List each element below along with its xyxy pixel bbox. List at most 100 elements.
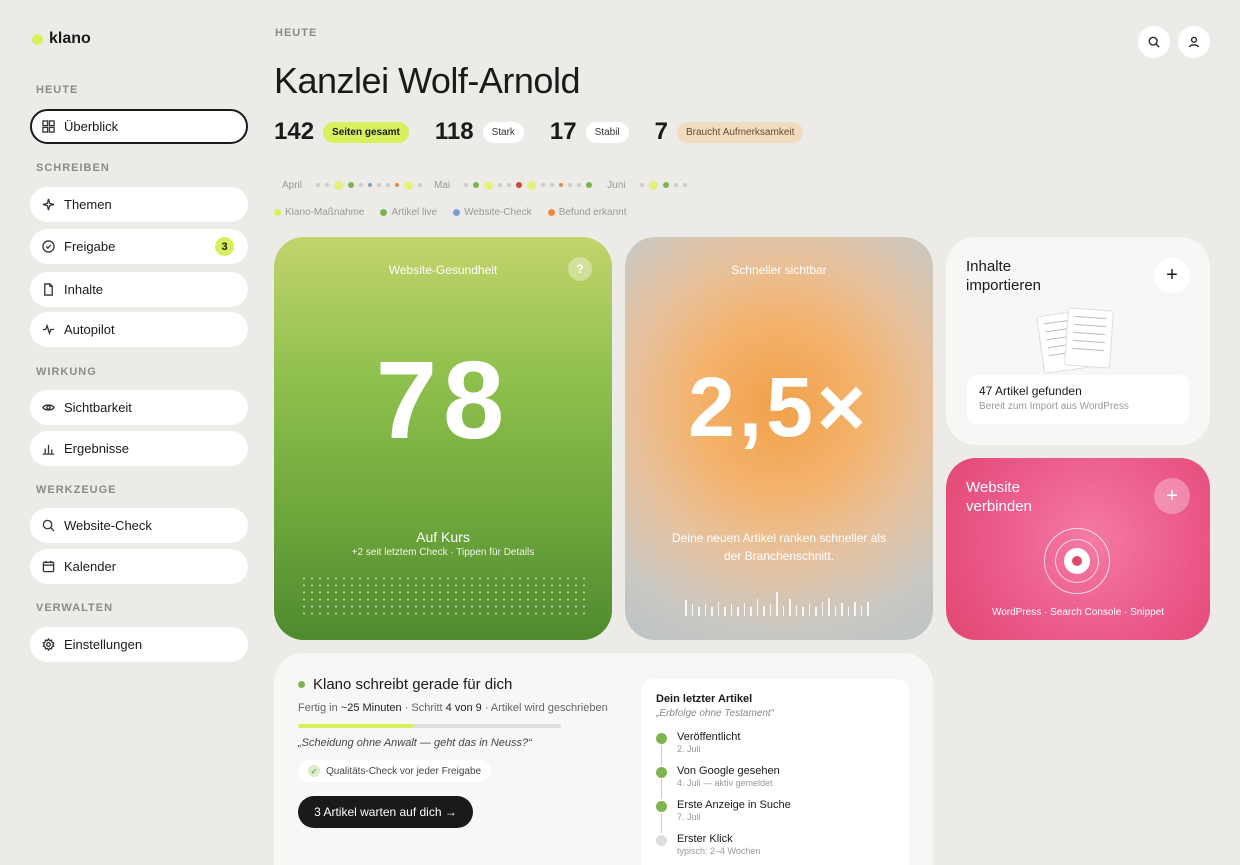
- website-health-card[interactable]: Website-Gesundheit ? 78 Auf Kurs +2 seit…: [274, 237, 612, 640]
- sidebar-item-themen[interactable]: Themen: [30, 187, 248, 222]
- eye-icon: [42, 404, 55, 411]
- tick-pattern: [685, 592, 869, 616]
- quality-check-chip: ✓ Qualitäts-Check vor jeder Freigabe: [298, 760, 492, 782]
- legend-dot-icon: [453, 209, 461, 216]
- import-title-line: importieren: [966, 277, 1042, 294]
- timeline-dot: [348, 182, 355, 188]
- timeline-dot: [577, 183, 582, 187]
- timeline-dot: [377, 183, 382, 187]
- writing-progress-bar: [298, 724, 561, 728]
- import-add-button[interactable]: +: [1154, 257, 1190, 293]
- meta-text: Fertig in: [298, 702, 341, 714]
- timeline-month-juni: Juni: [607, 179, 626, 191]
- writing-title-text: Klano schreibt gerade für dich: [313, 676, 513, 693]
- stat-total-value: 142: [274, 118, 315, 145]
- sidebar-item-website-check[interactable]: Website-Check: [30, 508, 248, 543]
- articles-waiting-button[interactable]: 3 Artikel warten auf dich →: [298, 796, 473, 828]
- step-date: 4. Juli — aktiv gemeldet: [677, 778, 773, 788]
- import-found-box: 47 Artikel gefunden Bereit zum Import au…: [967, 375, 1189, 424]
- sidebar-item-sichtbarkeit[interactable]: Sichtbarkeit: [30, 390, 248, 425]
- stat-stable-value: 17: [549, 118, 577, 145]
- writing-progress-card: Klano schreibt gerade für dich Fertig in…: [274, 653, 933, 865]
- status-dot-icon: [298, 681, 305, 688]
- legend-dot-icon: [380, 209, 388, 216]
- timeline-dot: [473, 182, 480, 188]
- articles-found-count: 47 Artikel gefunden: [979, 384, 1082, 398]
- import-content-card[interactable]: Inhalte importieren + 47 Artikel gefunde…: [946, 237, 1210, 445]
- timeline-dot: [418, 183, 423, 187]
- timeline-dot: [673, 183, 678, 187]
- timeline-dot: [368, 183, 373, 187]
- timeline-dot: [484, 180, 494, 190]
- gear-icon: [42, 638, 55, 651]
- timeline-dot: [662, 182, 669, 188]
- activity-timeline: April Mai Juni: [282, 177, 692, 193]
- speed-multiplier: 2,5×: [688, 360, 870, 454]
- writing-title: Klano schreibt gerade für dich: [298, 676, 512, 693]
- stat-stable-badge[interactable]: Stabil: [585, 121, 629, 143]
- profile-button[interactable]: [1178, 26, 1210, 58]
- writing-meta: Fertig in ~25 Minuten · Schritt 4 von 9 …: [298, 702, 608, 714]
- connect-title-line: verbinden: [966, 498, 1032, 515]
- legend-item: Klano-Maßnahme: [274, 207, 364, 218]
- step-item: Von Google gesehen 4. Juli — aktiv gemeld…: [656, 765, 791, 799]
- stat-total-badge[interactable]: Seiten gesamt: [323, 121, 409, 143]
- sidebar-item-kalender[interactable]: Kalender: [30, 549, 248, 584]
- sidebar-item-label: Kalender: [64, 559, 117, 574]
- speed-description: Deine neuen Artikel ranken schneller als…: [671, 531, 887, 563]
- sidebar-item-inhalte[interactable]: Inhalte: [30, 272, 248, 307]
- timeline-dot: [541, 183, 546, 187]
- timeline-dot: [395, 183, 400, 187]
- timeline-month-mai: Mai: [434, 179, 451, 191]
- article-working-title: „Scheidung ohne Anwalt — geht das in Neu…: [298, 737, 532, 749]
- connect-card-title: Website verbinden: [966, 478, 1032, 516]
- quality-check-label: Qualitäts-Check vor jeder Freigabe: [326, 765, 482, 777]
- progress-fill: [298, 724, 414, 728]
- timeline-dot: [639, 183, 644, 187]
- section-label-heute: HEUTE: [36, 84, 79, 96]
- last-article-heading: Dein letzter Artikel: [656, 693, 753, 705]
- timeline-dot: [682, 183, 687, 187]
- timeline-dot: [316, 183, 321, 187]
- sidebar-item-ueberblick[interactable]: Überblick: [30, 109, 248, 144]
- calendar-icon: [42, 560, 55, 573]
- grid-icon: [42, 120, 55, 133]
- help-button[interactable]: ?: [568, 257, 592, 281]
- search-button[interactable]: [1138, 26, 1170, 58]
- timeline-dot: [386, 183, 391, 187]
- logo-dot-icon: [32, 33, 43, 45]
- legend-item: Website-Check: [453, 207, 532, 218]
- step-label: Erste Anzeige in Suche: [677, 799, 791, 811]
- sidebar-item-label: Website-Check: [64, 518, 152, 533]
- check-circle-icon: [42, 240, 55, 253]
- search-icon: [42, 519, 55, 532]
- legend-dot-icon: [274, 209, 281, 216]
- visibility-speed-card[interactable]: Schneller sichtbar 2,5× Deine neuen Arti…: [625, 237, 933, 640]
- last-article-title: „Erbfolge ohne Testament“: [656, 708, 775, 719]
- timeline-legend: Klano-Maßnahme Artikel live Website-Chec…: [274, 207, 627, 218]
- section-label-verwalten: VERWALTEN: [36, 602, 114, 614]
- sidebar-item-einstellungen[interactable]: Einstellungen: [30, 627, 248, 662]
- stat-attention-badge[interactable]: Braucht Aufmerksamkeit: [677, 121, 804, 143]
- sidebar-item-label: Überblick: [64, 119, 119, 134]
- bar-chart-icon: [42, 444, 55, 455]
- sidebar-item-label: Ergebnisse: [64, 441, 130, 456]
- meta-step: 4 von 9: [445, 702, 482, 714]
- sidebar-item-autopilot[interactable]: Autopilot: [30, 312, 248, 347]
- document-stack-icon: [1064, 307, 1114, 369]
- articles-found-source: Bereit zum Import aus WordPress: [979, 401, 1129, 412]
- brand-logo[interactable]: klano: [32, 30, 91, 48]
- sparkle-icon: [42, 198, 55, 211]
- timeline-dot: [648, 180, 658, 190]
- target-icon: [1064, 548, 1090, 574]
- connect-add-button[interactable]: +: [1154, 478, 1190, 514]
- sidebar-item-label: Themen: [64, 197, 112, 212]
- sidebar-item-ergebnisse[interactable]: Ergebnisse: [30, 431, 248, 466]
- sidebar-item-freigabe[interactable]: Freigabe 3: [30, 229, 248, 264]
- stat-strong-badge[interactable]: Stark: [482, 121, 524, 143]
- timeline-dot: [527, 180, 537, 190]
- timeline-dot: [325, 183, 330, 187]
- connect-website-card[interactable]: Website verbinden + WordPress · Search C…: [946, 458, 1210, 640]
- health-card-title: Website-Gesundheit: [388, 263, 498, 277]
- check-icon: ✓: [308, 765, 320, 777]
